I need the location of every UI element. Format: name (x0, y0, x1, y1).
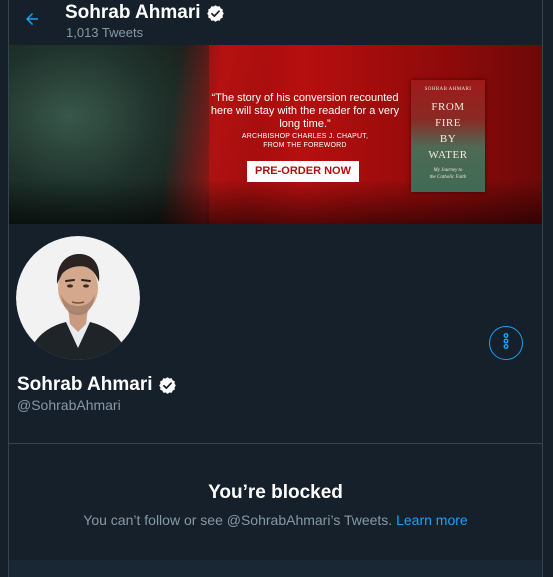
profile-handle: @SohrabAhmari (17, 397, 121, 413)
tweet-count: 1,013 Tweets (66, 25, 144, 40)
profile-name: Sohrab Ahmari (17, 374, 153, 395)
book-title-line2: FIRE (435, 117, 461, 129)
banner-attribution-line2: FROM THE FOREWORD (263, 142, 347, 149)
header-name: Sohrab Ahmari (65, 2, 201, 23)
learn-more-link[interactable]: Learn more (396, 512, 468, 528)
banner-attribution: ARCHBISHOP CHARLES J. CHAPUT, FROM THE F… (205, 132, 405, 150)
book-subtitle-line1: My Journey to (433, 168, 463, 173)
profile-avatar[interactable] (16, 236, 140, 360)
blocked-message: You can’t follow or see @SohrabAhmari’s … (83, 512, 393, 528)
arrow-left-icon (23, 10, 41, 33)
profile-banner[interactable]: “The story of his conversion recounted h… (9, 45, 542, 224)
header-title: Sohrab Ahmari (65, 2, 225, 24)
book-title-line3: BY (439, 133, 457, 145)
book-subtitle: My Journey to the Catholic Faith (411, 167, 485, 181)
verified-badge-icon (206, 4, 225, 23)
book-subtitle-line2: the Catholic Faith (429, 175, 467, 180)
book-author: SOHRAB AHMARI (424, 87, 472, 92)
profile-name-row: Sohrab Ahmari (17, 374, 177, 396)
more-vertical-icon (499, 332, 513, 355)
bottom-bar (9, 560, 542, 577)
book-title-line4: WATER (428, 149, 468, 161)
section-divider (9, 443, 542, 444)
back-button[interactable] (19, 8, 45, 34)
preorder-button[interactable]: PRE-ORDER NOW (247, 161, 359, 182)
book-title-line1: FROM (431, 101, 465, 113)
book-cover: SOHRAB AHMARI FROM FIRE BY WATER My Jour… (411, 80, 485, 192)
blocked-message-row: You can’t follow or see @SohrabAhmari’s … (9, 512, 542, 528)
blocked-title: You’re blocked (208, 482, 343, 503)
banner-attribution-line1: ARCHBISHOP CHARLES J. CHAPUT, (241, 133, 369, 140)
profile-header: Sohrab Ahmari 1,013 Tweets (9, 0, 542, 45)
verified-badge-icon (158, 376, 177, 395)
profile-column: Sohrab Ahmari 1,013 Tweets “The story of… (8, 0, 543, 577)
banner-quote: “The story of his conversion recounted h… (210, 92, 400, 130)
app-frame: Sohrab Ahmari 1,013 Tweets “The story of… (0, 0, 553, 577)
more-options-button[interactable] (489, 326, 523, 360)
